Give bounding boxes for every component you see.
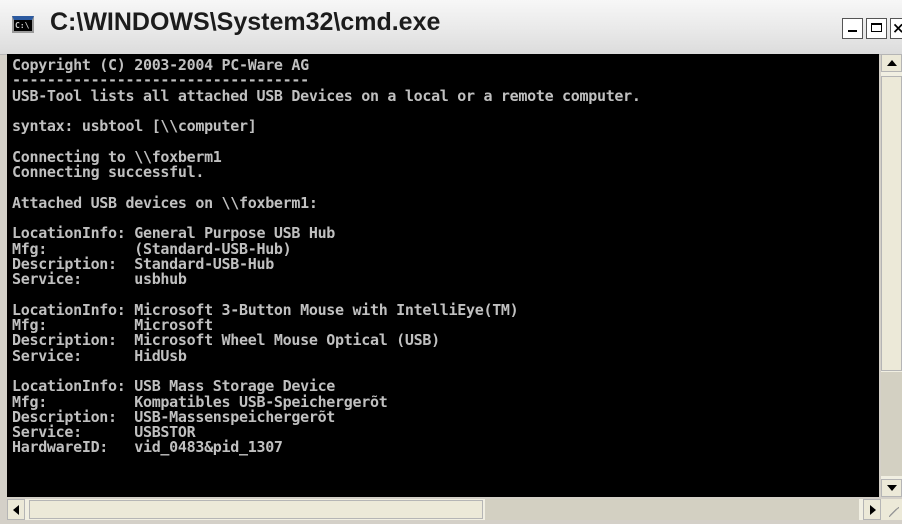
scroll-left-button[interactable] — [7, 499, 25, 520]
console-text: Copyright (C) 2003-2004 PC-Ware AG -----… — [7, 54, 879, 456]
horizontal-scroll-thumb[interactable] — [29, 500, 483, 519]
arrow-left-icon — [13, 505, 19, 515]
console-line: Attached USB devices on \\foxberm1: — [12, 193, 318, 212]
cmd-app-icon[interactable]: C:\ — [12, 16, 34, 33]
title-bar[interactable]: C:\ C:\WINDOWS\System32\cmd.exe × — [0, 0, 902, 55]
scroll-up-button[interactable] — [881, 54, 902, 72]
minimize-button[interactable] — [842, 18, 863, 39]
horizontal-scrollbar[interactable] — [7, 499, 881, 520]
console-line: syntax: usbtool [\\computer] — [12, 117, 257, 136]
arrow-right-icon — [870, 505, 876, 515]
vertical-scrollbar[interactable] — [881, 54, 902, 497]
cmd-window: C:\ C:\WINDOWS\System32\cmd.exe × Copyri… — [0, 0, 902, 524]
console-line: USB-Tool lists all attached USB Devices … — [12, 86, 641, 105]
console-line: Service: usbhub — [12, 270, 187, 289]
scroll-down-button[interactable] — [881, 479, 902, 497]
arrow-up-icon — [887, 60, 897, 66]
console-line: Service: HidUsb — [12, 346, 187, 365]
console-line: Connecting successful. — [12, 163, 205, 182]
window-controls: × — [842, 18, 902, 39]
vertical-scroll-track[interactable] — [881, 372, 902, 476]
close-button[interactable]: × — [890, 18, 902, 39]
scroll-right-button[interactable] — [863, 499, 881, 520]
resize-grip-icon[interactable] — [881, 499, 902, 520]
vertical-scroll-thumb[interactable] — [881, 76, 902, 371]
window-title: C:\WINDOWS\System32\cmd.exe — [50, 8, 441, 36]
console-line: HardwareID: vid_0483&pid_1307 — [12, 438, 283, 457]
horizontal-scroll-track[interactable] — [485, 499, 859, 520]
maximize-button[interactable] — [866, 18, 887, 39]
arrow-down-icon — [887, 485, 897, 491]
console-output-area[interactable]: Copyright (C) 2003-2004 PC-Ware AG -----… — [7, 54, 879, 497]
